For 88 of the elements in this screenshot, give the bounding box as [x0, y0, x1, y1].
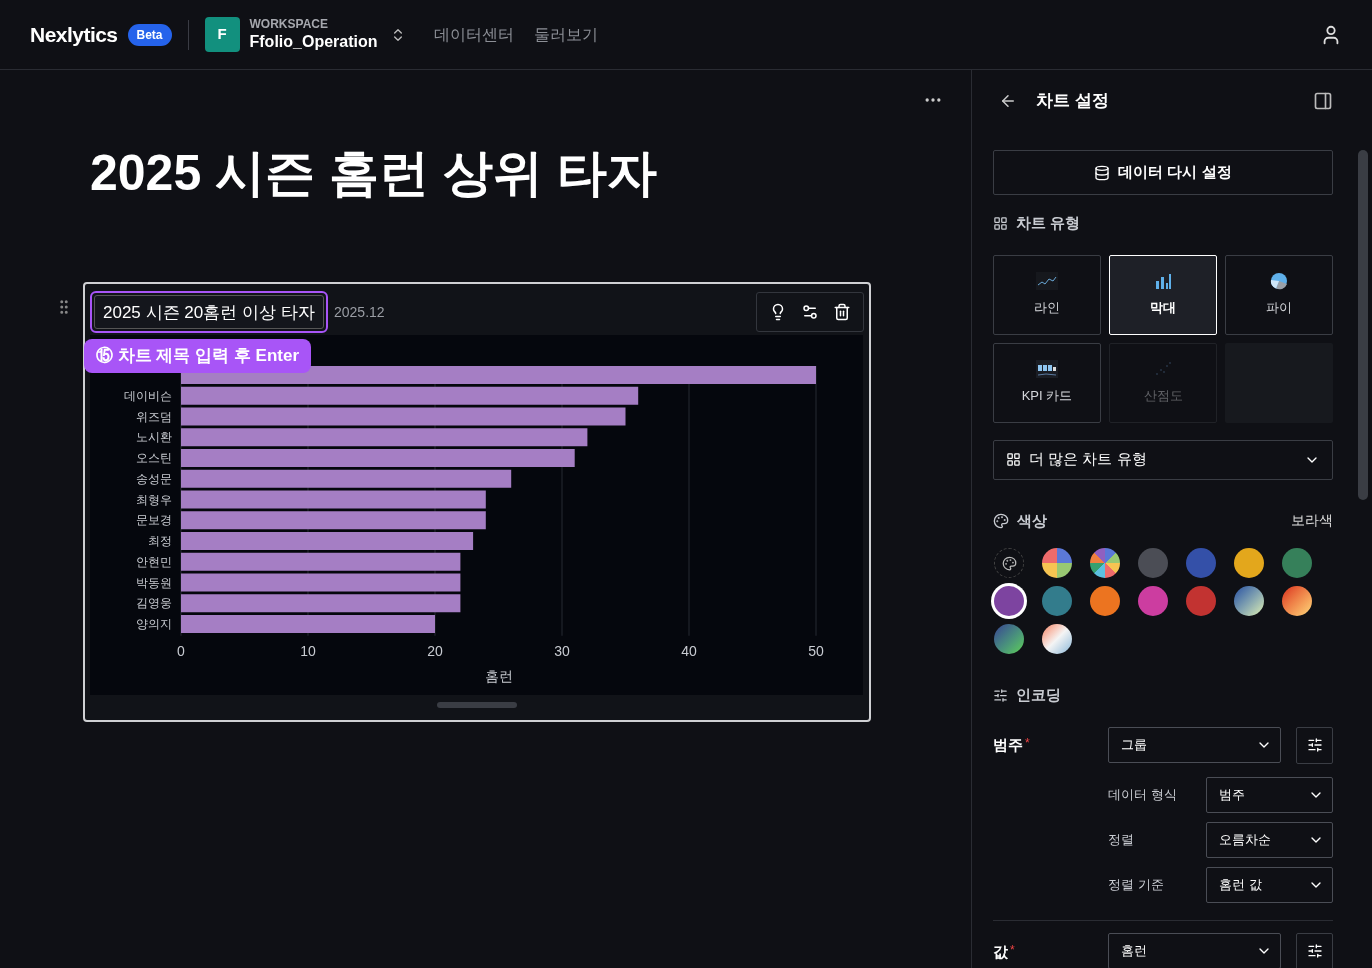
chart-type-option[interactable]: 라인 — [993, 254, 1101, 335]
color-swatch[interactable] — [1138, 548, 1168, 578]
color-swatch[interactable] — [1282, 548, 1312, 578]
palette-icon — [1001, 555, 1017, 571]
tick-label: 10 — [300, 643, 316, 659]
field-label: 정렬 — [1108, 830, 1135, 849]
option-select[interactable]: 오름차순 — [1206, 821, 1333, 858]
tick-label: 40 — [681, 643, 697, 659]
panel-title: 차트 설정 — [1036, 90, 1109, 113]
chart-title-input[interactable]: 2025 시즌 20홈런 이상 타자 — [94, 295, 324, 329]
beta-badge: Beta — [127, 23, 172, 46]
axis-title: 홈런 — [484, 668, 513, 684]
category-label: 문보경 — [136, 513, 172, 528]
app-logo: Nexlytics — [30, 21, 118, 48]
field-label: 값 — [993, 941, 1008, 962]
color-swatch[interactable] — [1234, 548, 1264, 578]
section-heading: 색상 — [1017, 510, 1047, 531]
category-label: 최정 — [148, 534, 172, 548]
tick-label: 30 — [554, 643, 570, 659]
grid-icon — [1006, 452, 1021, 467]
palette-icon — [993, 512, 1009, 529]
pie-chart-icon — [1270, 271, 1288, 290]
nav-link[interactable]: 데이터센터 — [433, 22, 514, 47]
color-swatch[interactable] — [1042, 586, 1072, 616]
workspace-label: WORKSPACE — [249, 17, 329, 32]
chart-date: 2025.12 — [334, 302, 385, 322]
category-label: 박동원 — [136, 575, 172, 590]
required-mark: * — [1010, 941, 1015, 959]
color-swatch[interactable] — [1042, 548, 1072, 578]
nav-link[interactable]: 둘러보기 — [533, 22, 598, 47]
color-swatch[interactable] — [1138, 586, 1168, 616]
tick-label: 0 — [177, 643, 185, 659]
category-label: 안현민 — [136, 554, 172, 569]
scrollbar[interactable] — [1358, 150, 1368, 500]
panel-toggle-icon[interactable] — [1313, 91, 1333, 111]
color-swatch[interactable] — [1090, 548, 1120, 578]
options-button[interactable] — [1296, 726, 1333, 764]
category-label: 김영웅 — [136, 596, 172, 611]
category-label: 오스틴 — [136, 451, 172, 465]
category-label: 송성문 — [136, 471, 172, 486]
reset-data-button[interactable]: 데이터 다시 설정 — [993, 150, 1333, 195]
required-mark: * — [1025, 734, 1030, 752]
value-select[interactable]: 홈런 — [1108, 932, 1281, 968]
page-title: 2025 시즌 홈런 상위 타자 — [90, 148, 658, 198]
selected-color-name: 보라색 — [1291, 511, 1333, 531]
scatter-chart-icon — [1154, 359, 1172, 378]
color-swatch[interactable] — [994, 586, 1024, 616]
sliders-icon[interactable] — [801, 303, 819, 321]
grid-icon — [993, 215, 1008, 231]
more-chart-types-dropdown[interactable]: 더 많은 차트 유형 — [993, 439, 1333, 480]
hint-tooltip: ⑮ 차트 제목 입력 후 Enter — [84, 339, 312, 373]
sliders-icon — [1306, 943, 1323, 959]
tick-label: 20 — [427, 643, 443, 659]
field-label: 정렬 기준 — [1108, 875, 1165, 894]
gradient-swatch[interactable] — [994, 624, 1024, 654]
line-chart-icon — [1036, 271, 1058, 290]
color-swatch[interactable] — [1186, 586, 1216, 616]
chart-type-option[interactable]: KPI 카드 — [993, 342, 1101, 423]
category-label: 최형우 — [136, 492, 172, 507]
chart-type-option[interactable]: 막대 — [1109, 254, 1217, 335]
category-label: 데이비슨 — [124, 388, 172, 403]
gradient-swatch[interactable] — [1234, 586, 1264, 616]
chart-type-option[interactable]: 파이 — [1225, 254, 1333, 335]
color-swatch[interactable] — [1186, 548, 1216, 578]
section-heading: 차트 유형 — [1016, 213, 1081, 233]
trash-icon[interactable] — [833, 303, 851, 321]
gradient-swatch[interactable] — [1042, 624, 1072, 654]
option-select[interactable]: 범주 — [1206, 776, 1333, 813]
field-label: 범주 — [993, 734, 1023, 755]
option-select[interactable]: 홈런 값 — [1206, 866, 1333, 903]
category-label: 위즈덤 — [136, 409, 172, 424]
category-label: 양의지 — [136, 617, 172, 631]
category-select[interactable]: 그룹 — [1108, 727, 1281, 763]
kpi-card-icon — [1036, 359, 1058, 378]
section-heading: 인코딩 — [1016, 685, 1061, 705]
tick-label: 50 — [808, 643, 824, 659]
workspace-name: Ffolio_Operation — [249, 32, 378, 52]
sliders-icon — [1306, 737, 1323, 753]
bar-chart-icon — [1154, 271, 1172, 290]
options-button[interactable] — [1296, 932, 1333, 968]
workspace-avatar: F — [204, 17, 240, 52]
gradient-swatch[interactable] — [1282, 586, 1312, 616]
category-label: 노시환 — [136, 430, 172, 445]
database-icon — [1094, 164, 1111, 181]
field-label: 데이터 형식 — [1108, 785, 1178, 804]
color-swatch[interactable] — [1090, 586, 1120, 616]
scrollbar-thumb[interactable] — [437, 702, 517, 708]
sliders-icon — [993, 687, 1008, 703]
